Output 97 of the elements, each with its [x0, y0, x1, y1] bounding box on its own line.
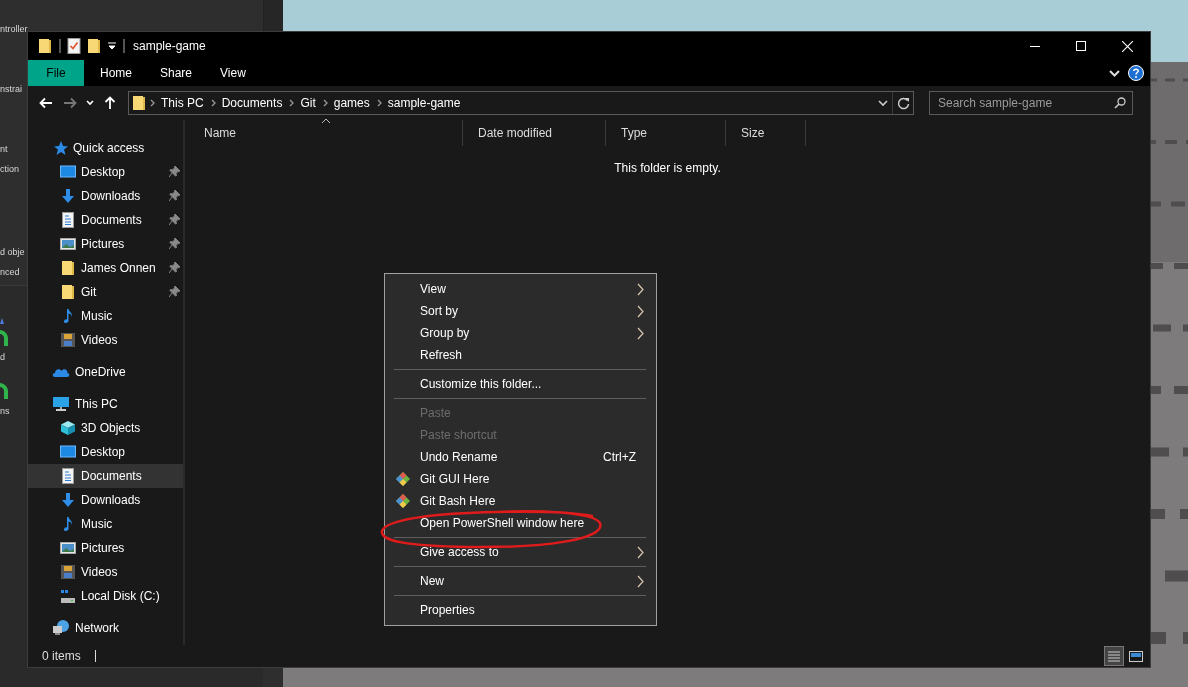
sidebar-item[interactable]: Pictures	[28, 536, 183, 560]
ribbon-tab[interactable]: Share	[146, 60, 207, 86]
search-icon	[1114, 97, 1126, 109]
menu-item[interactable]: Properties	[387, 599, 654, 621]
folder-icon	[60, 260, 76, 276]
sidebar-item[interactable]: Downloads	[28, 184, 183, 208]
drive-icon	[60, 588, 76, 604]
diamond-icon	[396, 494, 410, 508]
background-label: ns	[0, 406, 10, 416]
monitor-icon	[60, 444, 76, 460]
background-label: nstrai	[0, 84, 22, 94]
monitor-icon	[60, 164, 76, 180]
breadcrumb[interactable]: This PC	[158, 96, 207, 110]
down-arrow-icon	[60, 492, 76, 508]
background-label: d obje	[0, 247, 25, 257]
computer-icon	[52, 396, 70, 412]
up-arrow-icon	[104, 96, 116, 110]
column-header[interactable]: Date modified	[463, 120, 606, 146]
background-label: d	[0, 352, 5, 362]
sidebar-item[interactable]: This PC	[28, 392, 183, 416]
new-folder-icon[interactable]	[87, 38, 101, 54]
customize-toolbar-icon[interactable]	[107, 41, 117, 51]
help-icon[interactable]	[1128, 65, 1144, 81]
menu-item[interactable]: Undo Rename Ctrl+Z	[387, 446, 654, 468]
sidebar-item[interactable]: OneDrive	[28, 360, 183, 384]
close-icon	[1121, 40, 1133, 52]
folder-icon	[37, 38, 53, 54]
sidebar-item[interactable]: Desktop	[28, 160, 183, 184]
file-tab[interactable]: File	[28, 60, 84, 86]
document-icon	[60, 468, 76, 484]
menu-item[interactable]: Refresh	[387, 344, 654, 366]
background-label: nt	[0, 144, 8, 154]
document-icon	[60, 212, 76, 228]
background-label: ntroller	[0, 24, 28, 34]
shortcut-label: Ctrl+Z	[603, 450, 637, 464]
item-count: 0 items	[42, 649, 81, 663]
menu-item[interactable]: Git GUI Here	[387, 468, 654, 490]
sidebar-item[interactable]: Documents	[28, 464, 183, 488]
breadcrumb[interactable]: Documents	[218, 96, 286, 110]
sidebar-item[interactable]: 3D Objects	[28, 416, 183, 440]
folder-icon	[132, 95, 146, 111]
folder-icon	[60, 284, 76, 300]
expand-ribbon-icon[interactable]	[1109, 69, 1120, 77]
menu-item[interactable]: Git Bash Here	[387, 490, 654, 512]
sidebar-item[interactable]: James Onnen	[28, 256, 183, 280]
menu-item[interactable]: Group by	[387, 322, 654, 344]
background-label: ction	[0, 164, 19, 174]
sidebar-item[interactable]: Videos	[28, 560, 183, 584]
picture-icon	[60, 540, 76, 556]
sidebar-item[interactable]: Local Disk (C:)	[28, 584, 183, 608]
globe-monitor-icon	[52, 620, 70, 636]
properties-icon[interactable]	[67, 38, 81, 54]
sidebar-item[interactable]: Music	[28, 512, 183, 536]
sidebar-item[interactable]: Network	[28, 616, 183, 640]
menu-item[interactable]: Customize this folder...	[387, 373, 654, 395]
menu-item[interactable]: Sort by	[387, 300, 654, 322]
sidebar-item[interactable]: Music	[28, 304, 183, 328]
window-title: sample-game	[133, 39, 206, 53]
menu-item[interactable]: Open PowerShell window here	[387, 512, 654, 534]
sidebar-item[interactable]: Quick access	[28, 136, 183, 160]
breadcrumb[interactable]: games	[330, 96, 373, 110]
sidebar-item[interactable]: Videos	[28, 328, 183, 352]
menu-item[interactable]: New	[387, 570, 654, 592]
caret-icon	[86, 100, 94, 106]
sidebar-item[interactable]: Pictures	[28, 232, 183, 256]
picture-icon	[60, 236, 76, 252]
sidebar-item[interactable]: Desktop	[28, 440, 183, 464]
refresh-icon[interactable]	[897, 96, 910, 110]
background-label: nced	[0, 267, 20, 277]
menu-item[interactable]: Give access to	[387, 541, 654, 563]
empty-folder-message: This folder is empty.	[613, 161, 722, 175]
cube-icon	[60, 420, 76, 436]
column-header[interactable]: Size	[726, 120, 806, 146]
star-icon	[52, 140, 68, 156]
sidebar-item[interactable]: Git	[28, 280, 183, 304]
column-header[interactable]: Type	[606, 120, 726, 146]
sidebar-item[interactable]: Downloads	[28, 488, 183, 512]
list-icon	[1106, 648, 1122, 664]
thumbnail-icon	[1128, 648, 1144, 664]
sidebar-item[interactable]: Documents	[28, 208, 183, 232]
dropdown-icon[interactable]	[878, 99, 888, 107]
arch-icon	[0, 318, 8, 346]
down-arrow-icon	[60, 188, 76, 204]
ribbon-tab[interactable]: Home	[86, 60, 146, 86]
film-icon	[60, 332, 76, 348]
search-field[interactable]: Search sample-game	[929, 91, 1133, 115]
ribbon-tab[interactable]: View	[206, 60, 260, 86]
left-arrow-icon	[39, 97, 53, 109]
right-arrow-icon	[63, 97, 77, 109]
breadcrumb[interactable]: sample-game	[384, 96, 464, 110]
breadcrumb[interactable]: Git	[297, 96, 319, 110]
diamond-icon	[396, 472, 410, 486]
menu-item[interactable]: View	[387, 278, 654, 300]
column-header[interactable]: Name	[189, 120, 463, 146]
maximize-icon	[1076, 41, 1086, 51]
film-icon	[60, 564, 76, 580]
address-bar[interactable]: This PC Documents Git games sample-game	[128, 91, 914, 115]
